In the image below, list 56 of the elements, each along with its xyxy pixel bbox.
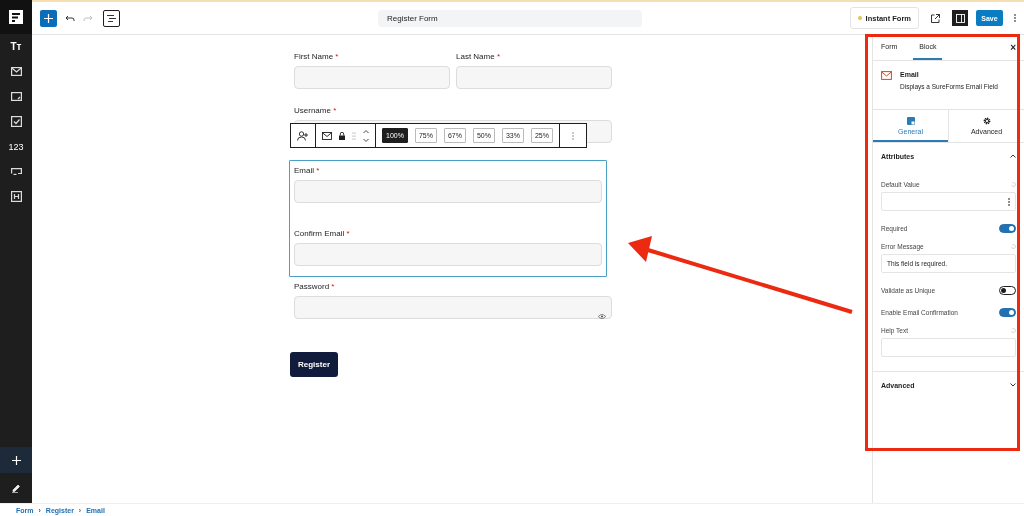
selected-block[interactable]: Email * Confirm Email * xyxy=(289,160,607,277)
change-block-button[interactable] xyxy=(297,130,309,141)
text-block-icon[interactable]: Tт xyxy=(10,41,22,52)
close-button[interactable]: × xyxy=(1010,42,1016,53)
add-block-button[interactable] xyxy=(0,447,32,473)
register-button[interactable]: Register xyxy=(290,352,338,377)
input-field[interactable] xyxy=(294,180,602,203)
number-block-icon[interactable]: 123 xyxy=(8,141,24,152)
plus-icon xyxy=(11,455,21,465)
input-field[interactable] xyxy=(294,66,450,89)
input-icon xyxy=(10,168,22,175)
add-button[interactable] xyxy=(40,9,57,27)
envelope-icon xyxy=(881,71,892,80)
chevron-up-icon xyxy=(1010,154,1016,158)
sidebar-toggle-button[interactable] xyxy=(952,10,968,26)
field-label: Password * xyxy=(294,282,336,291)
input-field[interactable] xyxy=(294,296,612,319)
block-icon xyxy=(906,117,915,125)
pen-icon xyxy=(12,483,20,493)
document-title[interactable]: Register Form xyxy=(378,9,642,27)
toggle-switch[interactable] xyxy=(999,308,1016,317)
lock-icon xyxy=(339,131,345,140)
reset-icon xyxy=(1011,328,1016,333)
redo-icon xyxy=(83,14,93,22)
move-arrows-icon xyxy=(363,129,369,142)
undo-icon xyxy=(65,14,75,22)
field-label: Username * xyxy=(294,106,338,115)
toggle-switch[interactable] xyxy=(999,286,1016,295)
textarea-icon xyxy=(10,92,22,101)
gear-icon xyxy=(982,117,991,125)
eye-icon xyxy=(598,314,606,319)
field-label: First Name * xyxy=(294,52,340,61)
envelope-icon xyxy=(10,67,22,76)
list-view-button[interactable] xyxy=(103,9,120,27)
toggle-switch[interactable] xyxy=(999,224,1016,233)
field-label: Confirm Email * xyxy=(294,229,351,238)
preview-button[interactable] xyxy=(931,13,940,23)
input-field[interactable] xyxy=(456,66,612,89)
list-icon xyxy=(107,14,116,22)
user-add-icon xyxy=(297,130,309,141)
heading-icon xyxy=(10,191,22,202)
input-field[interactable] xyxy=(881,192,1016,211)
plus-icon xyxy=(44,13,53,23)
reset-icon xyxy=(1011,244,1016,249)
sidebar-icon xyxy=(955,13,965,23)
chevron-down-icon xyxy=(1010,383,1016,387)
input-field[interactable] xyxy=(881,338,1016,357)
checkbox-icon xyxy=(10,116,22,127)
envelope-icon xyxy=(322,131,332,140)
external-link-icon xyxy=(931,13,940,23)
reset-icon xyxy=(1011,182,1016,187)
input-field[interactable] xyxy=(294,243,602,266)
undo-button[interactable] xyxy=(65,14,75,22)
field-label: Email * xyxy=(294,166,321,175)
field-label: Last Name * xyxy=(456,52,502,61)
logo-icon xyxy=(9,10,23,24)
